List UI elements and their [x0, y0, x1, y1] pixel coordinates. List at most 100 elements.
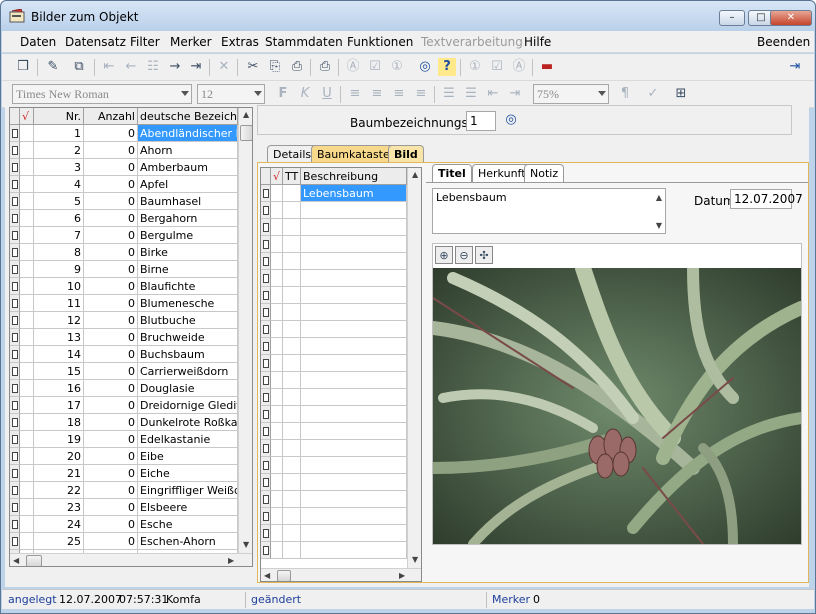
- close-button[interactable]: ✕: [770, 10, 812, 26]
- col-check-header[interactable]: √: [20, 108, 34, 125]
- row-selector[interactable]: [261, 287, 271, 304]
- beschreibung-cell[interactable]: [301, 253, 407, 270]
- new-record-icon[interactable]: ❒: [14, 58, 32, 76]
- row-selector[interactable]: [10, 193, 20, 210]
- menu-hilfe[interactable]: Hilfe: [524, 35, 551, 49]
- anzahl-cell[interactable]: 0: [84, 210, 138, 227]
- nr-cell[interactable]: 8: [34, 244, 84, 261]
- row-selector[interactable]: [10, 397, 20, 414]
- menu-funktionen[interactable]: Funktionen: [347, 35, 413, 49]
- beschreibung-cell[interactable]: [301, 372, 407, 389]
- beschreibung-cell[interactable]: [301, 457, 407, 474]
- left-vscroll-thumb[interactable]: [240, 125, 252, 141]
- beschreibung-cell[interactable]: Lebensbaum: [301, 185, 407, 202]
- tt-cell[interactable]: [283, 423, 301, 440]
- nr-cell[interactable]: 22: [34, 482, 84, 499]
- tt-cell[interactable]: [283, 270, 301, 287]
- tt-cell[interactable]: [283, 457, 301, 474]
- tt-cell[interactable]: [283, 372, 301, 389]
- merker-a-icon[interactable]: Ⓐ: [510, 58, 528, 76]
- table-row[interactable]: 180Dunkelrote Roßkastanie: [10, 414, 252, 431]
- anzahl-cell[interactable]: 0: [84, 499, 138, 516]
- bezeichnung-cell[interactable]: Birke: [138, 244, 238, 261]
- tab-notiz[interactable]: Notiz: [524, 164, 565, 182]
- bezeichnung-cell[interactable]: Bruchweide: [138, 329, 238, 346]
- mid-vscroll[interactable]: ▲ ▼: [407, 168, 421, 568]
- row-selector[interactable]: [10, 414, 20, 431]
- anzahl-cell[interactable]: 0: [84, 380, 138, 397]
- left-hscroll[interactable]: ◀ ▶: [10, 553, 252, 566]
- row-selector[interactable]: [10, 482, 20, 499]
- menu-daten[interactable]: Daten: [20, 35, 56, 49]
- menu-filter[interactable]: Filter: [130, 35, 160, 49]
- bezeichnung-cell[interactable]: Carrierweißdorn: [138, 363, 238, 380]
- titel-textarea[interactable]: Lebensbaum ▲ ▼: [432, 188, 666, 234]
- row-selector[interactable]: [10, 329, 20, 346]
- row-check-cell[interactable]: [20, 363, 34, 380]
- mid-check-cell[interactable]: [271, 321, 283, 338]
- tab-baumkataster[interactable]: Baumkataster: [311, 145, 401, 163]
- table-row[interactable]: 10Abendländischer Lebensbaum: [10, 125, 252, 142]
- row-check-cell[interactable]: [20, 176, 34, 193]
- tt-cell[interactable]: [283, 542, 301, 559]
- delete-record-icon[interactable]: ✕: [215, 58, 233, 76]
- table-row[interactable]: 24 0 Esche: [10, 516, 252, 533]
- spellcheck-icon[interactable]: ✓: [644, 85, 662, 103]
- row-selector[interactable]: [10, 380, 20, 397]
- nr-cell[interactable]: 3: [34, 159, 84, 176]
- anzahl-cell[interactable]: 0: [84, 465, 138, 482]
- table-row[interactable]: 21 0 Eiche: [10, 465, 252, 482]
- bezeichnung-cell[interactable]: Abendländischer Lebensbaum: [138, 125, 238, 142]
- bezeichnung-cell[interactable]: Blaufichte: [138, 278, 238, 295]
- row-check-cell[interactable]: [20, 346, 34, 363]
- next-record-icon[interactable]: →: [166, 58, 184, 76]
- tt-cell[interactable]: [283, 304, 301, 321]
- row-selector[interactable]: [10, 516, 20, 533]
- numbered-list-icon[interactable]: ☰: [440, 85, 458, 103]
- table-row[interactable]: 12 0 Blutbuche: [10, 312, 252, 329]
- row-selector[interactable]: [261, 389, 271, 406]
- nr-cell[interactable]: 23: [34, 499, 84, 516]
- row-selector[interactable]: [261, 525, 271, 542]
- row-selector[interactable]: [10, 159, 20, 176]
- mid-check-cell[interactable]: [271, 287, 283, 304]
- tt-cell[interactable]: [283, 236, 301, 253]
- beschreibung-cell[interactable]: [301, 270, 407, 287]
- bezeichnung-cell[interactable]: Douglasie: [138, 380, 238, 397]
- table-row[interactable]: 25 0 Eschen-Ahorn: [10, 533, 252, 550]
- empty-row[interactable]: [261, 525, 421, 542]
- row-selector[interactable]: [261, 457, 271, 474]
- paste-icon[interactable]: ⎙: [288, 58, 306, 76]
- row-selector[interactable]: [261, 355, 271, 372]
- beschreibung-cell[interactable]: [301, 508, 407, 525]
- menu-extras[interactable]: Extras: [221, 35, 259, 49]
- anzahl-cell[interactable]: 0: [84, 414, 138, 431]
- beschreibung-cell[interactable]: [301, 389, 407, 406]
- beschreibung-cell[interactable]: [301, 338, 407, 355]
- mid-check-cell[interactable]: [271, 542, 283, 559]
- tt-cell[interactable]: [283, 321, 301, 338]
- anzahl-cell[interactable]: 0: [84, 448, 138, 465]
- table-row[interactable]: 5 0 Baumhasel: [10, 193, 252, 210]
- mid-check-cell[interactable]: [271, 372, 283, 389]
- row-check-cell[interactable]: [20, 516, 34, 533]
- layout-icon[interactable]: ⊞: [672, 85, 690, 103]
- row-check-cell[interactable]: [20, 397, 34, 414]
- beschreibung-cell[interactable]: [301, 525, 407, 542]
- row-selector[interactable]: [261, 423, 271, 440]
- row-selector[interactable]: [10, 295, 20, 312]
- empty-row[interactable]: [261, 355, 421, 372]
- bezeichnung-cell[interactable]: Birne: [138, 261, 238, 278]
- table-row[interactable]: 15 0 Carrierweißdorn: [10, 363, 252, 380]
- row-selector[interactable]: [10, 465, 20, 482]
- bezeichnung-cell[interactable]: Baumhasel: [138, 193, 238, 210]
- fit-image-icon[interactable]: ✣: [475, 246, 493, 264]
- row-selector[interactable]: [10, 448, 20, 465]
- mid-hscroll[interactable]: ◀ ▶: [261, 568, 421, 581]
- anzahl-cell[interactable]: 0: [84, 278, 138, 295]
- mid-check-cell[interactable]: [271, 253, 283, 270]
- mid-check-cell[interactable]: [271, 219, 283, 236]
- row-selector[interactable]: [261, 508, 271, 525]
- anzahl-cell[interactable]: 0: [84, 329, 138, 346]
- tab-details[interactable]: Details: [267, 145, 318, 163]
